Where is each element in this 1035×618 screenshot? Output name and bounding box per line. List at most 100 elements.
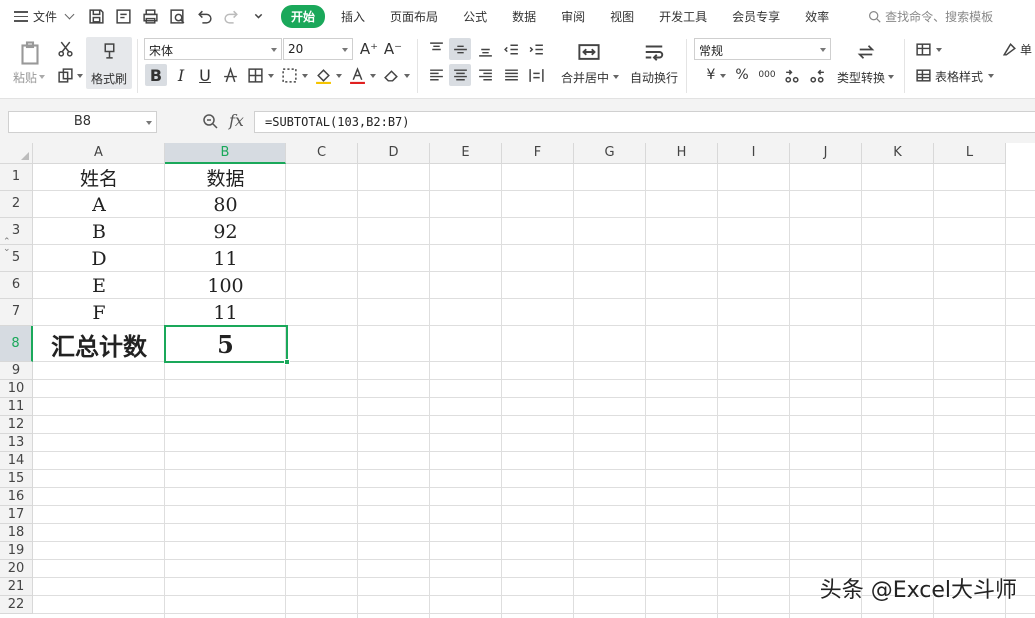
row-header-8[interactable]: 8	[0, 326, 33, 362]
cell-B3[interactable]: 92	[165, 218, 286, 245]
zoom-icon[interactable]	[202, 113, 218, 129]
row-header-9[interactable]: 9	[0, 362, 33, 380]
save-icon[interactable]	[87, 8, 105, 26]
cell-A7[interactable]: F	[33, 299, 165, 326]
align-middle-icon[interactable]	[449, 38, 471, 60]
cell-A2[interactable]: A	[33, 191, 165, 218]
table-style-label[interactable]: 表格样式	[935, 68, 983, 85]
cell-B2[interactable]: 80	[165, 191, 286, 218]
percent-icon[interactable]: %	[731, 64, 753, 86]
tab-review[interactable]: 审阅	[561, 8, 585, 25]
border-dropdown-icon[interactable]	[268, 74, 274, 78]
wrap-text-label[interactable]: 自动换行	[630, 69, 678, 86]
border-style-dropdown-icon[interactable]	[302, 74, 308, 78]
increase-indent-icon[interactable]	[525, 38, 547, 60]
copy-dropdown-icon[interactable]	[77, 74, 83, 78]
italic-button[interactable]: I	[170, 64, 192, 86]
column-header-A[interactable]: A	[33, 143, 165, 164]
row-header-10[interactable]: 10	[0, 380, 33, 398]
underline-button[interactable]: U	[194, 64, 216, 86]
align-bottom-icon[interactable]	[474, 38, 496, 60]
type-convert-icon[interactable]	[853, 39, 879, 65]
paste-label[interactable]: 粘贴	[13, 69, 37, 86]
row-header-17[interactable]: 17	[0, 506, 33, 524]
cell-grid[interactable]: 姓名 数据 A 80 B 92 D 11 E 100 F 11 汇总计数 5	[33, 164, 1035, 618]
column-header-L[interactable]: L	[934, 143, 1006, 164]
justify-icon[interactable]	[500, 64, 522, 86]
cell-A1[interactable]: 姓名	[33, 164, 165, 191]
copy-icon[interactable]	[54, 64, 76, 86]
increase-decimal-icon[interactable]	[781, 64, 803, 86]
row-header-22[interactable]: 22	[0, 596, 33, 614]
row-header-19[interactable]: 19	[0, 542, 33, 560]
bold-button[interactable]: B	[145, 64, 167, 86]
column-header-B[interactable]: B	[165, 143, 286, 164]
cell-A3[interactable]: B	[33, 218, 165, 245]
column-header-H[interactable]: H	[646, 143, 718, 164]
cell-A5[interactable]: D	[33, 245, 165, 272]
row-header-7[interactable]: 7	[0, 299, 33, 326]
cell-style-label[interactable]: 单	[1020, 41, 1032, 58]
fill-color-icon[interactable]	[312, 64, 334, 86]
border-icon[interactable]	[244, 64, 266, 86]
row-header-1[interactable]: 1	[0, 164, 33, 191]
paste-dropdown-icon[interactable]	[39, 75, 45, 79]
row-header-16[interactable]: 16	[0, 488, 33, 506]
name-box[interactable]: B8	[8, 111, 157, 133]
column-header-C[interactable]: C	[286, 143, 358, 164]
row-header-18[interactable]: 18	[0, 524, 33, 542]
merge-center-label[interactable]: 合并居中	[561, 69, 609, 86]
font-name-select[interactable]: 宋体	[144, 38, 282, 60]
strikethrough-icon[interactable]	[219, 64, 241, 86]
select-all-button[interactable]	[0, 143, 33, 164]
align-right-icon[interactable]	[474, 64, 496, 86]
font-color-icon[interactable]	[346, 64, 368, 86]
conditional-format-icon[interactable]	[912, 38, 934, 60]
align-center-icon[interactable]	[449, 64, 471, 86]
fill-handle[interactable]	[284, 359, 290, 365]
currency-dropdown-icon[interactable]	[720, 74, 726, 78]
cell-border-style-icon[interactable]	[278, 64, 300, 86]
command-search[interactable]: 查找命令、搜索模板	[868, 8, 993, 25]
tab-developer[interactable]: 开发工具	[659, 8, 707, 25]
number-format-select[interactable]: 常规	[694, 38, 831, 60]
cell-style-icon[interactable]	[998, 38, 1020, 60]
table-style-icon[interactable]	[912, 64, 934, 86]
column-header-G[interactable]: G	[574, 143, 646, 164]
redo-icon[interactable]	[222, 8, 240, 26]
column-header-J[interactable]: J	[790, 143, 862, 164]
insert-function-button[interactable]: fx	[229, 111, 244, 130]
currency-icon[interactable]: ¥	[700, 64, 722, 86]
increase-font-icon[interactable]: A⁺	[358, 38, 380, 60]
cell-A6[interactable]: E	[33, 272, 165, 299]
tab-data[interactable]: 数据	[512, 8, 536, 25]
paste-icon[interactable]	[16, 39, 44, 67]
print-icon[interactable]	[141, 8, 159, 26]
cut-icon[interactable]	[54, 38, 76, 60]
more-dropdown-icon[interactable]	[249, 8, 267, 26]
row-header-12[interactable]: 12	[0, 416, 33, 434]
decrease-indent-icon[interactable]	[500, 38, 522, 60]
tab-home[interactable]: 开始	[281, 5, 326, 28]
type-convert-dropdown-icon[interactable]	[888, 75, 894, 79]
print-preview-icon[interactable]	[168, 8, 186, 26]
formula-input[interactable]: =SUBTOTAL(103,B2:B7)	[254, 111, 1035, 133]
table-style-dropdown-icon[interactable]	[988, 74, 994, 78]
column-header-K[interactable]: K	[862, 143, 934, 164]
row-header-14[interactable]: 14	[0, 452, 33, 470]
export-pdf-icon[interactable]	[114, 8, 132, 26]
column-header-I[interactable]: I	[718, 143, 790, 164]
merge-center-icon[interactable]	[575, 39, 603, 65]
column-header-F[interactable]: F	[502, 143, 574, 164]
align-left-icon[interactable]	[425, 64, 447, 86]
conditional-dropdown-icon[interactable]	[936, 48, 942, 52]
tab-page-layout[interactable]: 页面布局	[390, 8, 438, 25]
row-header-15[interactable]: 15	[0, 470, 33, 488]
undo-icon[interactable]	[195, 8, 213, 26]
column-header-D[interactable]: D	[358, 143, 430, 164]
merge-dropdown-icon[interactable]	[613, 75, 619, 79]
tab-efficiency[interactable]: 效率	[805, 8, 829, 25]
cell-A8[interactable]: 汇总计数	[33, 326, 165, 362]
font-color-dropdown-icon[interactable]	[370, 74, 376, 78]
decrease-font-icon[interactable]: A⁻	[382, 38, 404, 60]
